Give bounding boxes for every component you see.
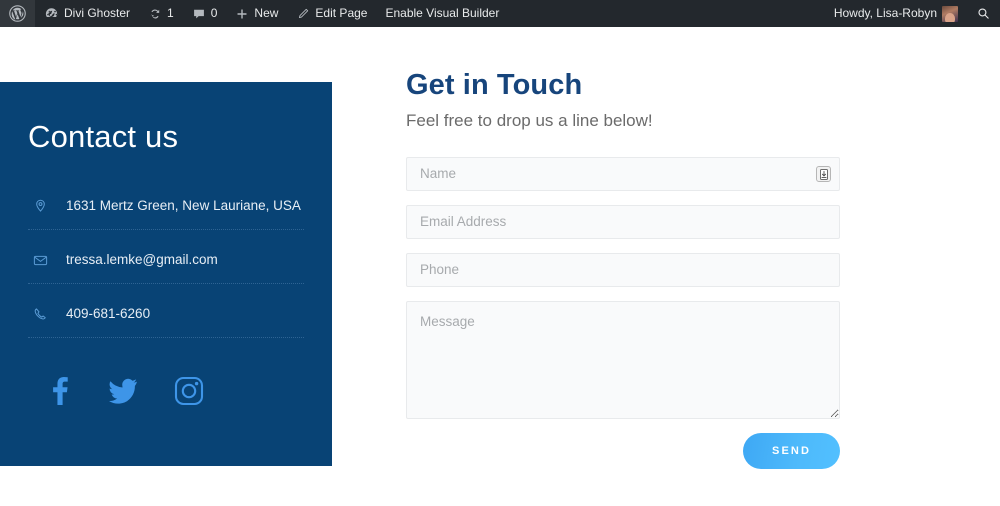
adminbar-enable-visual-builder[interactable]: Enable Visual Builder xyxy=(376,0,508,27)
adminbar-visual-builder-label: Enable Visual Builder xyxy=(385,6,500,20)
adminbar-new[interactable]: New xyxy=(226,0,287,27)
envelope-icon xyxy=(30,250,50,270)
dashboard-speedometer-icon xyxy=(44,6,59,21)
avatar xyxy=(942,5,958,22)
twitter-icon[interactable] xyxy=(108,378,138,404)
name-input[interactable] xyxy=(406,157,840,191)
autofill-badge-icon[interactable] xyxy=(816,166,831,182)
adminbar-edit-page-label: Edit Page xyxy=(315,6,368,20)
updates-count: 1 xyxy=(167,6,174,20)
contact-email-text: tressa.lemke@gmail.com xyxy=(66,252,218,267)
instagram-icon[interactable] xyxy=(174,376,204,406)
adminbar-new-label: New xyxy=(254,6,279,20)
adminbar-howdy-label: Howdy, Lisa-Robyn xyxy=(833,6,937,20)
field-message xyxy=(406,301,840,419)
email-input[interactable] xyxy=(406,205,840,239)
adminbar-edit-page[interactable]: Edit Page xyxy=(287,0,376,27)
field-name xyxy=(406,157,840,191)
adminbar-wp-logo[interactable] xyxy=(0,0,35,27)
phone-icon xyxy=(30,304,50,324)
send-row: SEND xyxy=(406,433,840,469)
contact-row-phone: 409-681-6260 xyxy=(28,297,304,339)
contact-panel: Contact us 1631 Mertz Green, New Laurian… xyxy=(0,82,332,466)
adminbar-site-name-label: Divi Ghoster xyxy=(64,6,131,20)
adminbar-spacer xyxy=(508,0,825,27)
field-email xyxy=(406,205,840,239)
search-icon xyxy=(976,6,991,21)
wordpress-logo-icon xyxy=(9,5,26,22)
contact-panel-title: Contact us xyxy=(28,119,179,154)
updates-refresh-icon xyxy=(148,7,162,21)
field-phone xyxy=(406,253,840,287)
page-content: Contact us 1631 Mertz Green, New Laurian… xyxy=(0,27,1000,506)
adminbar-right-group: Howdy, Lisa-Robyn xyxy=(825,0,1000,27)
contact-form: Get in Touch Feel free to drop us a line… xyxy=(406,69,840,469)
contact-row-email: tressa.lemke@gmail.com xyxy=(28,243,304,285)
message-textarea[interactable] xyxy=(406,301,840,419)
social-links xyxy=(28,376,304,406)
page-title: Get in Touch xyxy=(406,69,583,101)
adminbar-my-account[interactable]: Howdy, Lisa-Robyn xyxy=(825,0,967,27)
phone-input[interactable] xyxy=(406,253,840,287)
contact-row-address: 1631 Mertz Green, New Lauriane, USA xyxy=(28,189,304,231)
plus-icon xyxy=(235,7,249,21)
map-pin-icon xyxy=(30,196,50,216)
send-button[interactable]: SEND xyxy=(743,433,840,469)
adminbar-updates[interactable]: 1 xyxy=(139,0,183,27)
comment-bubble-icon xyxy=(192,7,206,21)
contact-phone-text: 409-681-6260 xyxy=(66,306,151,321)
adminbar-search[interactable] xyxy=(967,0,1000,27)
wp-admin-bar: Divi Ghoster 1 0 New Edit Page Enable Vi… xyxy=(0,0,1000,27)
comments-count: 0 xyxy=(210,6,218,20)
facebook-icon[interactable] xyxy=(46,376,72,406)
form-subtitle: Feel free to drop us a line below! xyxy=(406,111,653,130)
adminbar-comments[interactable]: 0 xyxy=(183,0,227,27)
adminbar-site-name[interactable]: Divi Ghoster xyxy=(35,0,139,27)
contact-address-text: 1631 Mertz Green, New Lauriane, USA xyxy=(66,198,301,213)
pencil-icon xyxy=(296,7,310,21)
